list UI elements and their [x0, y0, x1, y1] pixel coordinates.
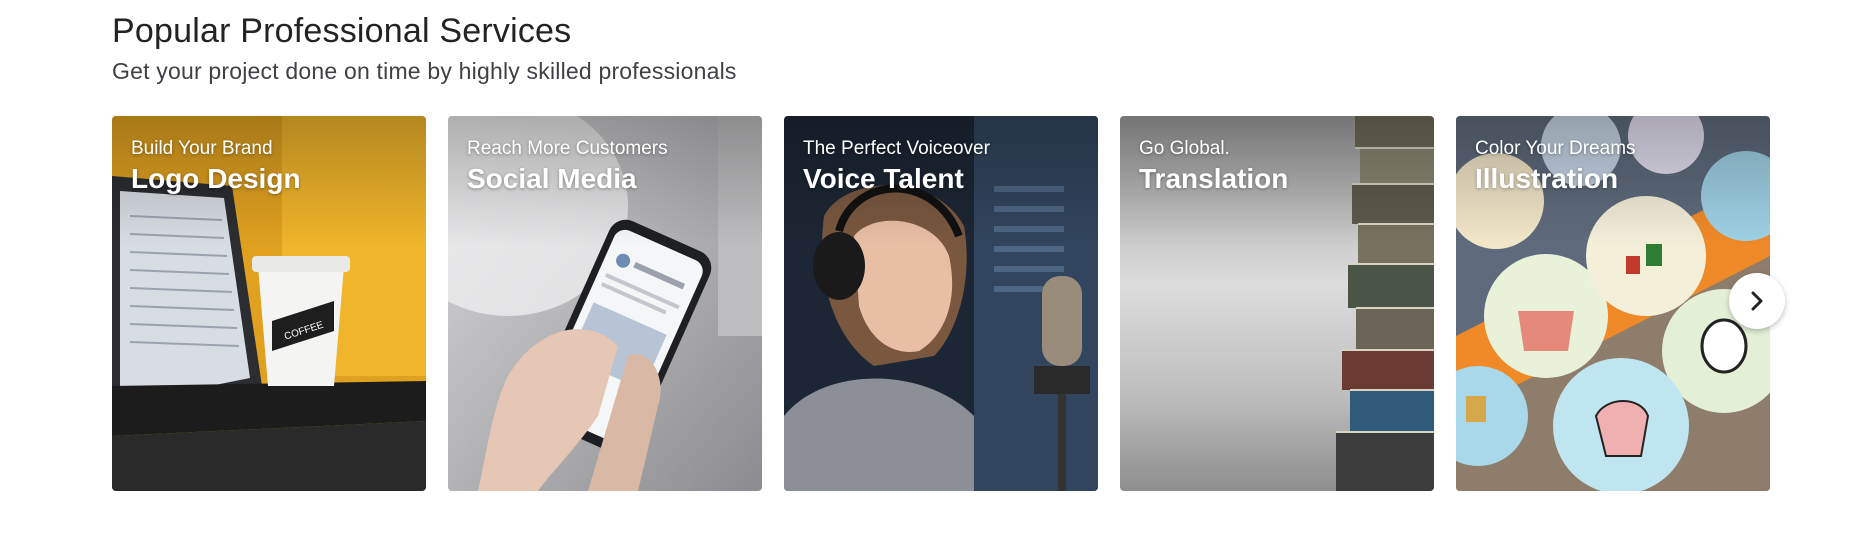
professional-services-section: Popular Professional Services Get your p… [0, 0, 1852, 539]
carousel-next-button[interactable] [1729, 273, 1785, 329]
service-card-logo-design[interactable]: COFFEE Build Your Brand Logo Design [112, 116, 426, 491]
card-tagline: Build Your Brand [131, 138, 273, 159]
card-title: Voice Talent [803, 163, 964, 194]
card-tagline: The Perfect Voiceover [803, 138, 990, 159]
card-title: Social Media [467, 163, 637, 194]
service-card-social-media[interactable]: Reach More Customers Social Media [448, 116, 762, 491]
section-subtitle: Get your project done on time by highly … [112, 58, 737, 84]
card-tagline: Go Global. [1139, 138, 1230, 159]
service-card-illustration[interactable]: Color Your Dreams Illustration [1456, 116, 1770, 491]
card-text: The Perfect Voiceover Voice Talent [803, 138, 990, 196]
section-title: Popular Professional Services [112, 12, 572, 50]
card-text: Go Global. Translation [1139, 138, 1288, 196]
service-card-voice-talent[interactable]: The Perfect Voiceover Voice Talent [784, 116, 1098, 491]
card-text: Reach More Customers Social Media [467, 138, 668, 196]
card-title: Illustration [1475, 163, 1619, 194]
services-carousel: COFFEE Build Your Brand Logo Design Reac… [112, 116, 1770, 491]
card-tagline: Reach More Customers [467, 138, 668, 159]
chevron-right-icon [1751, 291, 1763, 311]
card-text: Color Your Dreams Illustration [1475, 138, 1636, 196]
card-text: Build Your Brand Logo Design [131, 138, 301, 196]
card-title: Logo Design [131, 163, 301, 194]
card-title: Translation [1139, 163, 1289, 194]
service-card-translation[interactable]: Go Global. Translation [1120, 116, 1434, 491]
card-tagline: Color Your Dreams [1475, 138, 1636, 159]
